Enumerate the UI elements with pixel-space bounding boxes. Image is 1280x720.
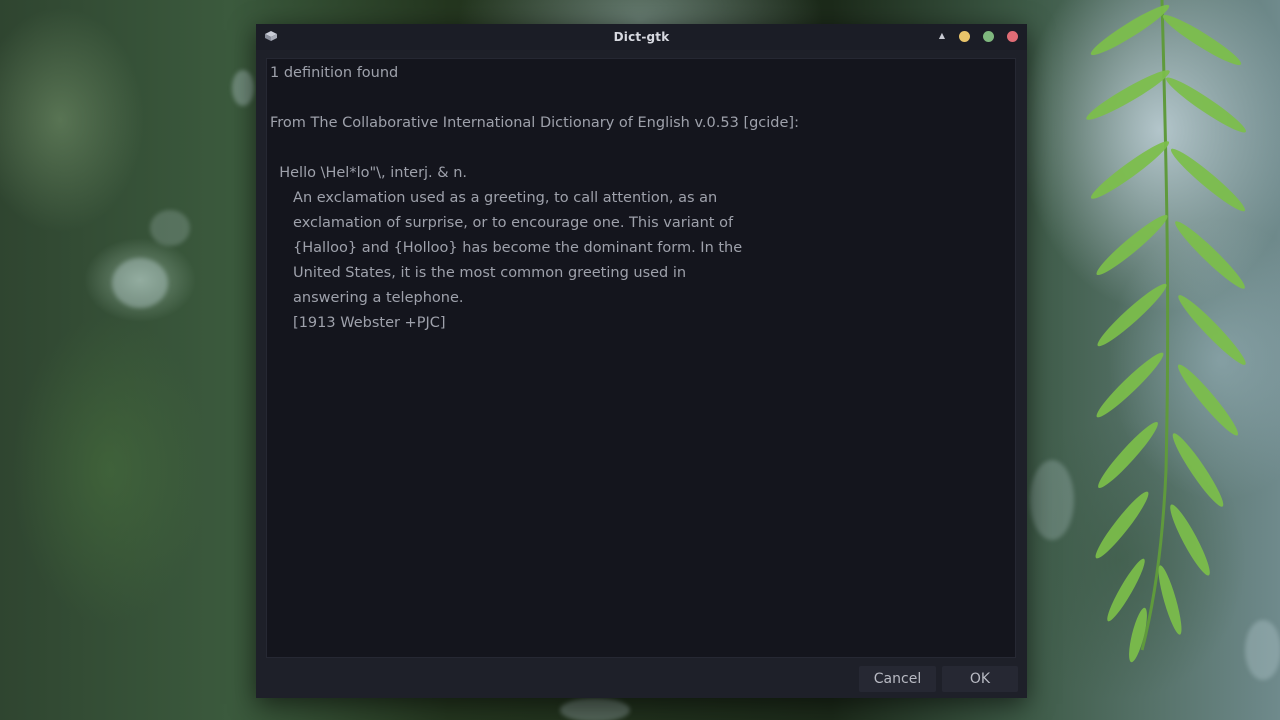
definition-line: 1 definition found [270, 65, 399, 81]
definition-text-area[interactable]: 1 definition found From The Collaborativ… [266, 58, 1016, 658]
definition-line: {Halloo} and {Holloo} has become the dom… [270, 240, 743, 256]
close-button[interactable] [1007, 31, 1018, 42]
triangle-up-icon[interactable]: ▲ [936, 30, 948, 42]
definition-line: [1913 Webster +PJC] [270, 315, 446, 331]
window-title: Dict-gtk [613, 30, 670, 44]
willow-leaves-decoration [1086, 0, 1246, 663]
title-bar[interactable]: Dict-gtk ▲ [256, 24, 1027, 50]
definition-line: exclamation of surprise, or to encourage… [270, 215, 734, 231]
definition-line: An exclamation used as a greeting, to ca… [270, 190, 718, 206]
definition-line: answering a telephone. [270, 290, 464, 306]
bokeh-light [232, 70, 254, 106]
bokeh-light [560, 698, 630, 720]
definition-line: Hello \Hel*lo"\, interj. & n. [270, 165, 467, 181]
maximize-button[interactable] [983, 31, 994, 42]
definition-line: From The Collaborative International Dic… [270, 115, 799, 131]
bokeh-light [112, 258, 168, 308]
bokeh-light [150, 210, 190, 246]
definition-line: United States, it is the most common gre… [270, 265, 687, 281]
minimize-button[interactable] [959, 31, 970, 42]
dict-gtk-window: Dict-gtk ▲ 1 definition found From The C… [256, 24, 1027, 698]
ok-button[interactable]: OK [942, 666, 1018, 692]
cancel-button[interactable]: Cancel [859, 666, 936, 692]
